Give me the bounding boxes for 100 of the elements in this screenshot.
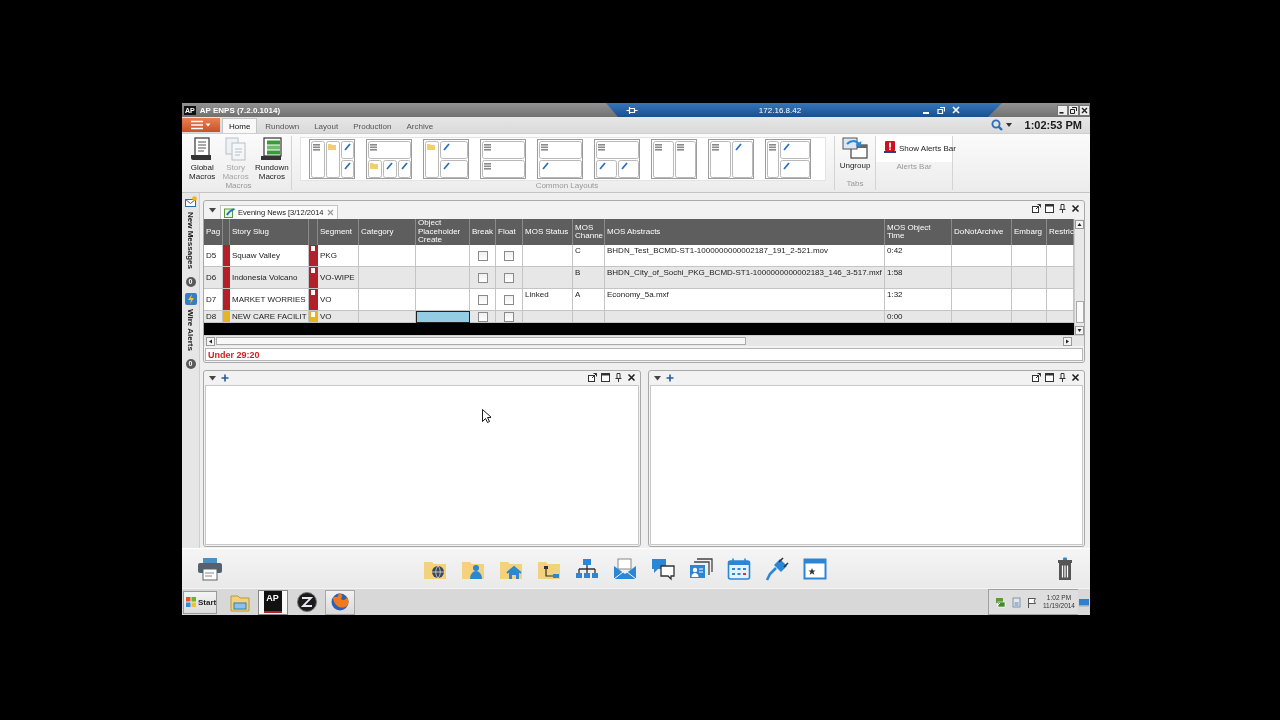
layout-icon bbox=[595, 140, 639, 178]
note-icon bbox=[311, 312, 315, 317]
restore-icon[interactable] bbox=[1068, 104, 1079, 116]
plug-icon[interactable] bbox=[765, 556, 789, 581]
break-checkbox[interactable] bbox=[477, 272, 488, 283]
pin-icon[interactable] bbox=[1058, 373, 1067, 382]
horizontal-scrollbar[interactable] bbox=[204, 335, 1084, 346]
caret-icon[interactable] bbox=[209, 207, 216, 213]
z-disc-icon[interactable] bbox=[297, 592, 317, 612]
windows-icon bbox=[842, 137, 868, 159]
maximize-icon[interactable] bbox=[1045, 373, 1054, 382]
layout-icon bbox=[652, 140, 696, 178]
table-cell[interactable] bbox=[416, 311, 470, 323]
layout-button[interactable] bbox=[309, 139, 355, 179]
hierarchy-icon[interactable] bbox=[575, 556, 599, 581]
ribbon-tab[interactable]: Layout bbox=[307, 118, 346, 133]
scroll-thumb[interactable] bbox=[216, 337, 746, 345]
ribbon-tab[interactable]: Archive bbox=[399, 118, 441, 133]
flag-icon[interactable] bbox=[1026, 596, 1038, 608]
caret-icon[interactable] bbox=[653, 375, 661, 381]
layout-button[interactable] bbox=[537, 139, 583, 179]
float-checkbox[interactable] bbox=[504, 294, 514, 305]
printer-icon[interactable] bbox=[197, 556, 223, 581]
taskbar-button[interactable]: AP bbox=[258, 589, 288, 615]
layout-button[interactable] bbox=[765, 139, 811, 179]
ribbon-tab[interactable]: Rundown bbox=[258, 118, 307, 133]
chat-icon[interactable] bbox=[651, 556, 675, 581]
layout-button[interactable] bbox=[423, 139, 469, 179]
show-desktop-icon[interactable] bbox=[1079, 597, 1089, 607]
down-arrow-icon[interactable] bbox=[1075, 326, 1084, 335]
envelope-icon[interactable] bbox=[613, 556, 637, 581]
group-label: Macros bbox=[224, 181, 253, 191]
app-menu-button[interactable] bbox=[182, 118, 220, 132]
search-icon[interactable] bbox=[990, 119, 1003, 131]
break-checkbox[interactable] bbox=[477, 294, 488, 305]
trash-icon[interactable] bbox=[1057, 556, 1073, 581]
left-arrow-icon[interactable] bbox=[206, 336, 215, 346]
up-arrow-icon[interactable] bbox=[1075, 220, 1084, 229]
pin-icon[interactable] bbox=[1058, 204, 1067, 213]
layout-button[interactable] bbox=[366, 139, 412, 179]
envelope-icon bbox=[184, 196, 197, 208]
caret-icon[interactable] bbox=[1005, 123, 1012, 127]
float-checkbox[interactable] bbox=[504, 311, 514, 322]
window-title: AP ENPS (7.2.0.1014) bbox=[199, 105, 281, 115]
right-arrow-icon[interactable] bbox=[1063, 336, 1072, 346]
remote-host-address: 172.16.8.42 bbox=[758, 105, 802, 115]
calendar-icon[interactable] bbox=[727, 556, 751, 581]
ribbon-tab[interactable]: Production bbox=[346, 118, 399, 133]
layout-button[interactable] bbox=[480, 139, 526, 179]
layout-button[interactable] bbox=[594, 139, 640, 179]
pointer-icon bbox=[482, 409, 491, 423]
table-cell: VO bbox=[318, 311, 359, 323]
layout-button[interactable] bbox=[651, 139, 697, 179]
clock-time: 1:02:53 PM bbox=[1024, 119, 1082, 131]
pop-out-icon[interactable] bbox=[1032, 204, 1041, 213]
minimize-icon[interactable] bbox=[1057, 104, 1068, 116]
ribbon-button[interactable]: Rundown Macros bbox=[252, 136, 291, 181]
start-button[interactable]: Start bbox=[183, 590, 217, 614]
taskbar-button[interactable] bbox=[325, 589, 355, 615]
lightning-icon bbox=[184, 292, 197, 305]
maximize-icon[interactable] bbox=[1045, 204, 1054, 213]
close-icon[interactable] bbox=[1079, 104, 1090, 116]
ribbon-tab[interactable]: Home bbox=[222, 118, 258, 133]
layout-icon bbox=[424, 140, 468, 178]
network-icon[interactable] bbox=[994, 596, 1006, 608]
float-checkbox[interactable] bbox=[504, 250, 514, 261]
break-checkbox[interactable] bbox=[477, 311, 488, 322]
layout-icon bbox=[538, 140, 582, 178]
table-cell: 0:00 bbox=[885, 311, 952, 323]
ribbon-button[interactable]: Ungroup bbox=[837, 136, 873, 170]
pop-out-icon[interactable] bbox=[1032, 373, 1041, 382]
vertical-scrollbar[interactable] bbox=[1074, 219, 1084, 335]
ribbon-button[interactable]: Global Macros bbox=[186, 136, 219, 181]
pin-icon[interactable] bbox=[613, 373, 623, 382]
break-checkbox[interactable] bbox=[477, 250, 488, 261]
close-icon[interactable] bbox=[626, 373, 636, 382]
caret-icon[interactable] bbox=[209, 375, 216, 381]
layout-icon bbox=[766, 140, 810, 178]
layout-icon bbox=[709, 140, 753, 178]
close-icon[interactable] bbox=[1071, 373, 1080, 382]
plus-icon[interactable] bbox=[221, 374, 229, 382]
contact-cards-icon[interactable] bbox=[689, 556, 713, 581]
layout-button[interactable] bbox=[708, 139, 754, 179]
scroll-thumb[interactable] bbox=[1075, 301, 1084, 323]
note-icon bbox=[311, 246, 315, 251]
plus-icon[interactable] bbox=[665, 374, 674, 382]
ribbon-button[interactable]: Show Alerts Bar bbox=[882, 140, 958, 155]
close-icon[interactable] bbox=[1071, 204, 1080, 213]
pop-out-icon[interactable] bbox=[587, 373, 597, 382]
menu-icon bbox=[191, 120, 211, 130]
float-checkbox[interactable] bbox=[504, 272, 514, 283]
layout-icon bbox=[310, 140, 354, 178]
list-document-icon bbox=[259, 137, 284, 161]
documents-icon bbox=[223, 137, 248, 161]
layout-icon bbox=[367, 140, 411, 178]
flag-icon bbox=[186, 597, 196, 607]
group-label: Tabs bbox=[845, 179, 865, 190]
maximize-icon[interactable] bbox=[600, 373, 610, 382]
table-cell bbox=[952, 311, 1012, 323]
layout-icon bbox=[481, 140, 525, 178]
